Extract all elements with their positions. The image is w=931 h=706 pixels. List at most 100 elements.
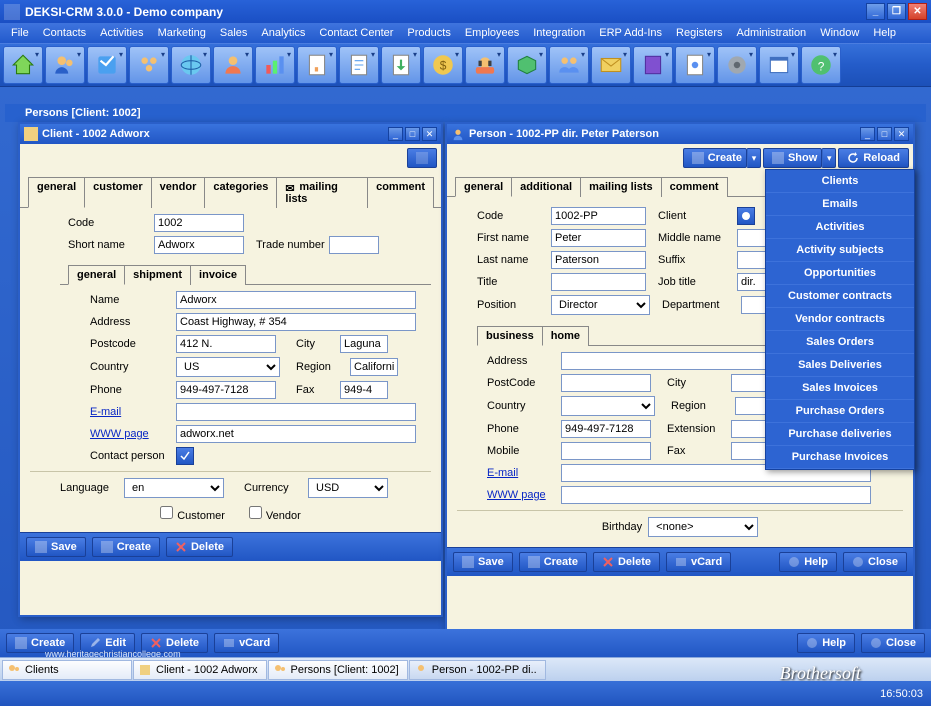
menu-administration[interactable]: Administration bbox=[729, 25, 813, 41]
tb-help-icon[interactable]: ?▾ bbox=[801, 46, 841, 84]
psubtab-home[interactable]: home bbox=[542, 326, 589, 346]
tb-doc2-icon[interactable]: ▾ bbox=[675, 46, 715, 84]
person-win-min[interactable]: _ bbox=[860, 127, 875, 141]
ptab-general[interactable]: general bbox=[455, 177, 512, 197]
www-input[interactable] bbox=[176, 425, 416, 443]
menu-contacts[interactable]: Contacts bbox=[36, 25, 93, 41]
country-select[interactable]: US bbox=[176, 357, 280, 377]
task-persons[interactable]: Persons [Client: 1002] bbox=[268, 660, 408, 680]
menu-contactcenter[interactable]: Contact Center bbox=[312, 25, 400, 41]
language-select[interactable]: en bbox=[124, 478, 224, 498]
address-input[interactable] bbox=[176, 313, 416, 331]
task-client-adworx[interactable]: Client - 1002 Adworx bbox=[133, 660, 267, 680]
person-reload-button[interactable]: Reload bbox=[838, 148, 909, 168]
vendor-checkbox[interactable] bbox=[249, 506, 262, 519]
fax-input[interactable] bbox=[340, 381, 388, 399]
minimize-button[interactable]: _ bbox=[866, 3, 885, 20]
menu-registers[interactable]: Registers bbox=[669, 25, 729, 41]
shortname-input[interactable] bbox=[154, 236, 244, 254]
menu-help[interactable]: Help bbox=[866, 25, 903, 41]
tb-groups-icon[interactable]: ▾ bbox=[129, 46, 169, 84]
tb-report-icon[interactable]: ▾ bbox=[297, 46, 337, 84]
tb-support-icon[interactable]: ▾ bbox=[465, 46, 505, 84]
main-close-button[interactable]: Close bbox=[861, 633, 925, 653]
tb-persons-icon[interactable]: ▾ bbox=[45, 46, 85, 84]
tb-book-icon[interactable]: ▾ bbox=[633, 46, 673, 84]
www-link[interactable]: WWW page bbox=[90, 428, 172, 440]
psubtab-business[interactable]: business bbox=[477, 326, 543, 346]
customer-checkbox[interactable] bbox=[160, 506, 173, 519]
menu-purchasedeliveries[interactable]: Purchase deliveries bbox=[766, 423, 914, 446]
menu-customercontracts[interactable]: Customer contracts bbox=[766, 285, 914, 308]
person-create2-button[interactable]: Create bbox=[519, 552, 587, 572]
tb-home-icon[interactable]: ▾ bbox=[3, 46, 43, 84]
main-vcard-button[interactable]: vCard bbox=[214, 633, 279, 653]
person-win-close[interactable]: ✕ bbox=[894, 127, 909, 141]
menu-integration[interactable]: Integration bbox=[526, 25, 592, 41]
tb-money-icon[interactable]: $▾ bbox=[423, 46, 463, 84]
maximize-button[interactable]: ❐ bbox=[887, 3, 906, 20]
contactperson-lookup[interactable] bbox=[176, 447, 194, 465]
pphone-input[interactable] bbox=[561, 420, 651, 438]
tb-export-icon[interactable]: ▾ bbox=[381, 46, 421, 84]
ptitle-input[interactable] bbox=[551, 273, 646, 291]
person-delete-button[interactable]: Delete bbox=[593, 552, 660, 572]
tb-gear-icon[interactable]: ▾ bbox=[717, 46, 757, 84]
client-toolbar-btn[interactable] bbox=[407, 148, 437, 168]
tb-people-icon[interactable]: ▾ bbox=[549, 46, 589, 84]
task-clients[interactable]: Clients bbox=[2, 660, 132, 680]
pbirthday-select[interactable]: <none> bbox=[648, 517, 758, 537]
postcode-input[interactable] bbox=[176, 335, 276, 353]
customer-checkbox-label[interactable]: Customer bbox=[160, 506, 225, 522]
pwww-input[interactable] bbox=[561, 486, 871, 504]
menu-activities[interactable]: Activities bbox=[766, 216, 914, 239]
currency-select[interactable]: USD bbox=[308, 478, 388, 498]
pcountry-select[interactable] bbox=[561, 396, 655, 416]
pmobile-input[interactable] bbox=[561, 442, 651, 460]
client-win-min[interactable]: _ bbox=[388, 127, 403, 141]
pcode-input[interactable] bbox=[551, 207, 646, 225]
phone-input[interactable] bbox=[176, 381, 276, 399]
tab-mailinglists[interactable]: ✉mailing lists bbox=[276, 177, 368, 208]
subtab-shipment[interactable]: shipment bbox=[124, 265, 191, 285]
ppostcode-input[interactable] bbox=[561, 374, 651, 392]
tradenumber-input[interactable] bbox=[329, 236, 379, 254]
tb-activities-icon[interactable]: ▾ bbox=[87, 46, 127, 84]
menu-employees[interactable]: Employees bbox=[458, 25, 526, 41]
tb-mail-icon[interactable]: ▾ bbox=[591, 46, 631, 84]
menu-opportunities[interactable]: Opportunities bbox=[766, 262, 914, 285]
tab-comment[interactable]: comment bbox=[367, 177, 434, 208]
tb-globe-icon[interactable]: ▾ bbox=[171, 46, 211, 84]
city-input[interactable] bbox=[340, 335, 388, 353]
client-create-button[interactable]: Create bbox=[92, 537, 160, 557]
person-show-button[interactable]: Show bbox=[763, 148, 822, 168]
ptab-comment[interactable]: comment bbox=[661, 177, 728, 197]
pfirstname-input[interactable] bbox=[551, 229, 646, 247]
person-show-dropdown[interactable]: ▾ bbox=[822, 148, 836, 168]
menu-products[interactable]: Products bbox=[400, 25, 457, 41]
menu-clients[interactable]: Clients bbox=[766, 170, 914, 193]
subtab-general[interactable]: general bbox=[68, 265, 125, 285]
menu-vendorcontracts[interactable]: Vendor contracts bbox=[766, 308, 914, 331]
pclient-lookup[interactable] bbox=[737, 207, 755, 225]
menu-salesorders[interactable]: Sales Orders bbox=[766, 331, 914, 354]
menu-purchaseinvoices[interactable]: Purchase Invoices bbox=[766, 446, 914, 469]
name-input[interactable] bbox=[176, 291, 416, 309]
pposition-select[interactable]: Director bbox=[551, 295, 650, 315]
email-input[interactable] bbox=[176, 403, 416, 421]
menu-emails[interactable]: Emails bbox=[766, 193, 914, 216]
client-win-close[interactable]: ✕ bbox=[422, 127, 437, 141]
close-button[interactable]: ✕ bbox=[908, 3, 927, 20]
plastname-input[interactable] bbox=[551, 251, 646, 269]
menu-erpaddins[interactable]: ERP Add-Ins bbox=[592, 25, 669, 41]
person-close-button[interactable]: Close bbox=[843, 552, 907, 572]
menu-window[interactable]: Window bbox=[813, 25, 866, 41]
person-save-button[interactable]: Save bbox=[453, 552, 513, 572]
tab-customer[interactable]: customer bbox=[84, 177, 152, 208]
menu-file[interactable]: File bbox=[4, 25, 36, 41]
person-vcard-button[interactable]: vCard bbox=[666, 552, 731, 572]
person-create-dropdown[interactable]: ▾ bbox=[747, 148, 761, 168]
ptab-mailinglists[interactable]: mailing lists bbox=[580, 177, 662, 197]
email-link[interactable]: E-mail bbox=[90, 406, 172, 418]
client-win-max[interactable]: □ bbox=[405, 127, 420, 141]
